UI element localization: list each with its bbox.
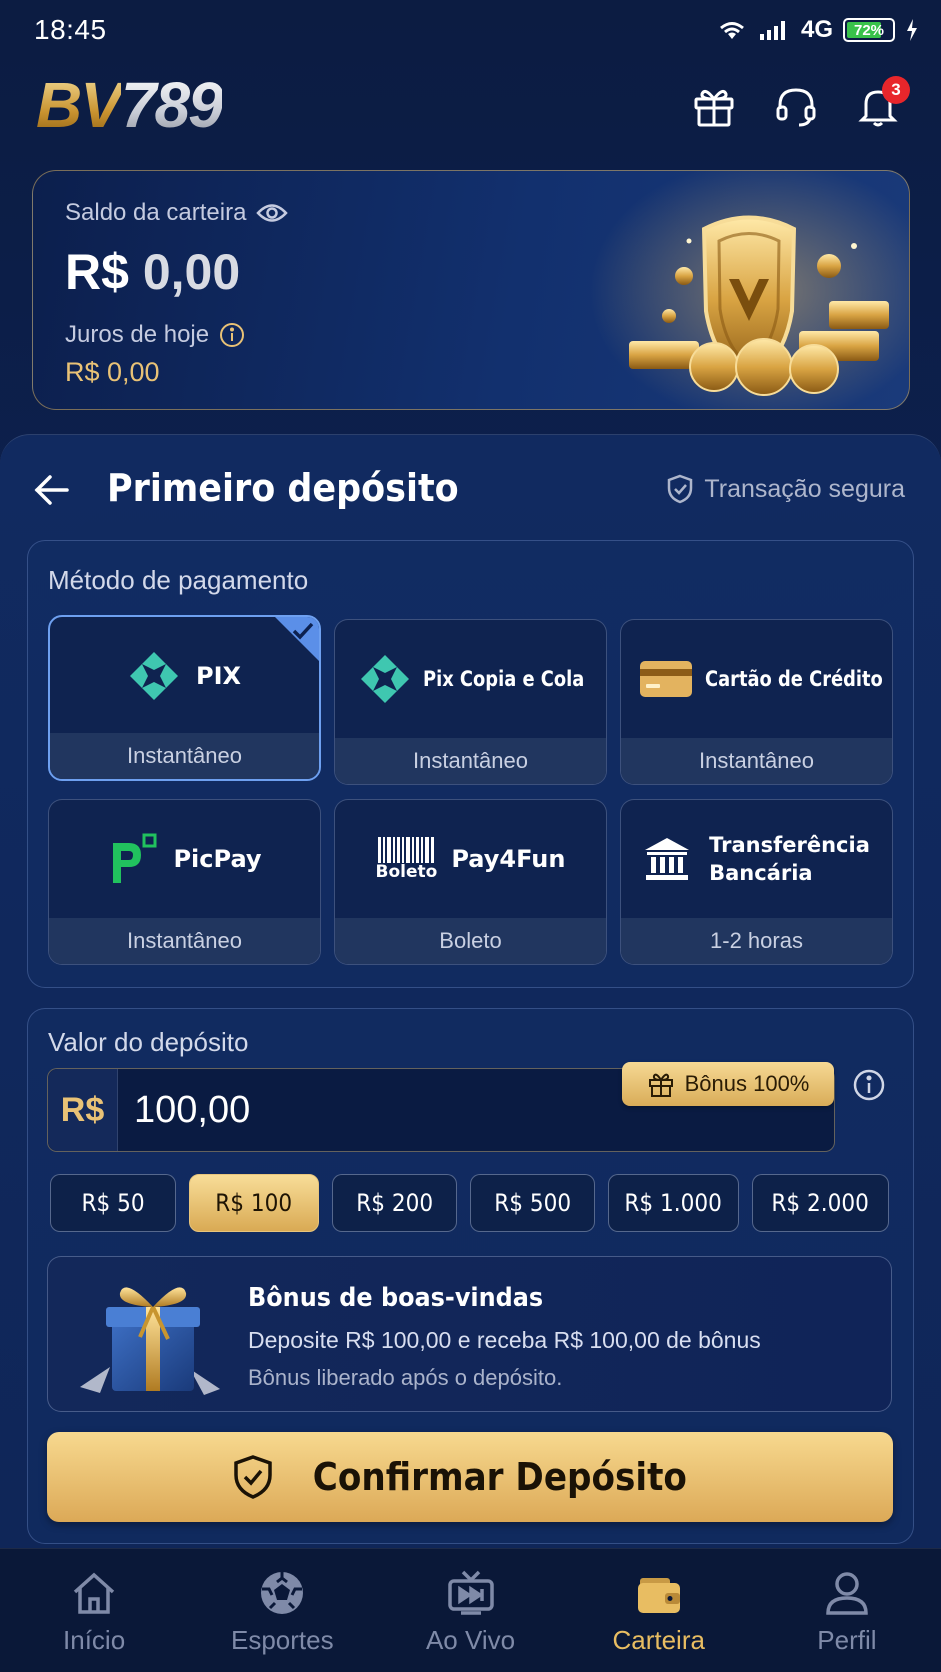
- wallet-icon: [637, 1578, 680, 1613]
- notifications-button[interactable]: 3: [852, 76, 910, 132]
- welcome-description: Deposite R$ 100,00 e receba R$ 100,00 de…: [248, 1327, 761, 1353]
- payment-method-pix[interactable]: PIX Instantâneo: [48, 615, 321, 781]
- welcome-title: Bônus de boas-vindas: [248, 1283, 544, 1313]
- wallet-balance: R$ 0,00: [65, 244, 241, 300]
- bottom-nav: Início Esportes Ao Vivo Carteira Perfil: [0, 1548, 941, 1672]
- wifi-icon: [720, 22, 744, 39]
- nav-item-ao-vivo[interactable]: Ao Vivo: [376, 1549, 564, 1672]
- deposit-section-label: Valor do depósito: [48, 1027, 249, 1057]
- shield-check-icon: [234, 1455, 272, 1499]
- nav-item-carteira[interactable]: Carteira: [565, 1549, 753, 1672]
- eye-icon[interactable]: [256, 202, 289, 224]
- gold-shield-image: [589, 171, 909, 409]
- deposit-amount-value[interactable]: 100,00: [134, 1089, 250, 1132]
- notification-badge: 3: [882, 76, 910, 104]
- preset-500[interactable]: R$ 500: [470, 1174, 595, 1232]
- preset-100[interactable]: R$ 100: [189, 1174, 319, 1232]
- support-button[interactable]: [770, 80, 822, 132]
- charging-icon: [907, 19, 917, 41]
- live-tv-icon: [447, 1570, 494, 1615]
- battery-icon: 72%: [843, 18, 895, 42]
- payment-method-bank-transfer[interactable]: Transferência Bancária 1-2 horas: [620, 799, 893, 965]
- gift-icon: [694, 89, 734, 127]
- home-icon: [73, 1572, 115, 1614]
- currency-prefix: R$: [48, 1069, 118, 1151]
- interest-label: Juros de hoje: [65, 321, 245, 349]
- preset-50[interactable]: R$ 50: [50, 1174, 176, 1232]
- info-icon[interactable]: [219, 322, 245, 348]
- payment-method-credit-card[interactable]: Cartão de Crédito Instantâneo: [620, 619, 893, 785]
- app-logo[interactable]: BV789: [36, 70, 224, 140]
- preset-2000[interactable]: R$ 2.000: [752, 1174, 889, 1232]
- pix-icon: [129, 652, 178, 700]
- credit-card-icon: [639, 661, 692, 697]
- nav-item-esportes[interactable]: Esportes: [188, 1549, 376, 1672]
- network-label: 4G: [800, 16, 833, 43]
- payment-section-label: Método de pagamento: [48, 565, 309, 595]
- preset-200[interactable]: R$ 200: [332, 1174, 457, 1232]
- soccer-ball-icon: [261, 1572, 304, 1614]
- secure-transaction: Transação segura: [666, 474, 905, 504]
- user-icon: [826, 1572, 868, 1615]
- confirm-deposit-button[interactable]: Confirmar Depósito: [47, 1432, 893, 1522]
- info-icon[interactable]: [852, 1068, 886, 1102]
- nav-item-inicio[interactable]: Início: [0, 1549, 188, 1672]
- picpay-icon: [113, 833, 157, 883]
- welcome-note: Bônus liberado após o depósito.: [248, 1365, 563, 1390]
- back-arrow-icon[interactable]: [32, 470, 72, 510]
- gift-icon: [648, 1073, 673, 1097]
- preset-1000[interactable]: R$ 1.000: [608, 1174, 739, 1232]
- interest-value: R$ 0,00: [65, 357, 160, 387]
- shield-check-icon: [668, 474, 693, 504]
- nav-item-perfil[interactable]: Perfil: [753, 1549, 941, 1672]
- wallet-card: Saldo da carteira R$ 0,00 Juros de hoje …: [32, 170, 910, 410]
- status-bar: 18:45 4G 72%: [0, 0, 941, 60]
- barcode-icon: Boleto: [376, 837, 437, 881]
- payment-method-section: Método de pagamento PIX Instantâneo Pix …: [27, 540, 914, 988]
- status-time: 18:45: [34, 14, 107, 45]
- wallet-label: Saldo da carteira: [65, 199, 289, 227]
- page-title: Primeiro depósito: [107, 466, 459, 510]
- welcome-bonus-card: Bônus de boas-vindas Deposite R$ 100,00 …: [47, 1256, 892, 1412]
- bank-icon: [645, 838, 690, 880]
- gift-box-image: [80, 1287, 220, 1395]
- pix-icon: [360, 655, 409, 703]
- bonus-tag: Bônus 100%: [622, 1062, 834, 1106]
- gift-button[interactable]: [688, 80, 740, 132]
- signal-icon: [759, 21, 785, 40]
- status-icons: 4G 72%: [715, 16, 919, 44]
- headset-icon: [776, 88, 816, 127]
- payment-method-picpay[interactable]: PicPay Instantâneo: [48, 799, 321, 965]
- payment-method-pix-copia-e-cola[interactable]: Pix Copia e Cola Instantâneo: [334, 619, 607, 785]
- payment-method-pay4fun[interactable]: Boleto Pay4Fun Boleto: [334, 799, 607, 965]
